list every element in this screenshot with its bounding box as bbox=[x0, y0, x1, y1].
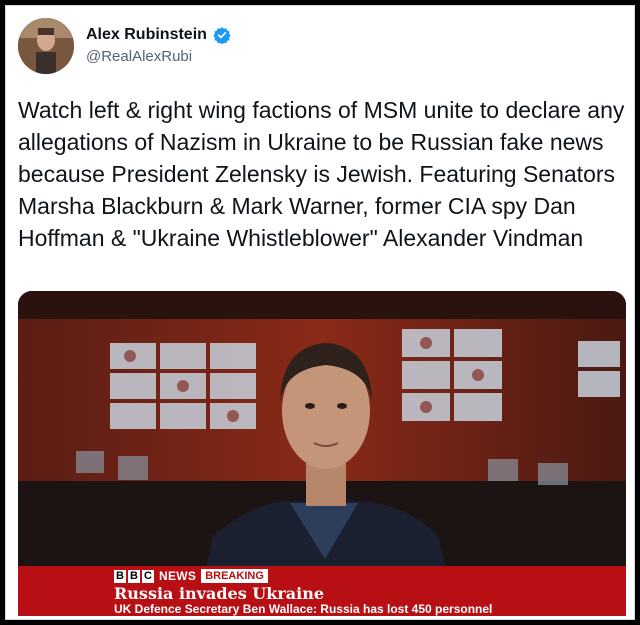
channel-logo-box: B bbox=[128, 569, 140, 583]
video-player[interactable]: B B C NEWS BREAKING Russia invades Ukrai… bbox=[18, 291, 626, 616]
breaking-badge: BREAKING bbox=[201, 569, 268, 583]
avatar[interactable] bbox=[18, 18, 74, 74]
tweet-card: Alex Rubinstein @RealAlexRubi Watch left… bbox=[5, 5, 635, 620]
avatar-image bbox=[18, 18, 74, 74]
verified-badge-icon bbox=[213, 27, 231, 44]
breaking-news-banner: B B C NEWS BREAKING Russia invades Ukrai… bbox=[18, 566, 626, 616]
channel-logo-box: B bbox=[114, 569, 126, 583]
author-handle[interactable]: @RealAlexRubi bbox=[86, 48, 192, 65]
channel-logo-box: C bbox=[142, 569, 154, 583]
tweet-text: Watch left & right wing factions of MSM … bbox=[18, 97, 625, 251]
channel-news-label: NEWS bbox=[159, 569, 197, 583]
news-ticker: UK Defence Secretary Ben Wallace: Russia… bbox=[114, 602, 493, 616]
author-display-name[interactable]: Alex Rubinstein bbox=[86, 26, 207, 44]
channel-logo: B B C NEWS BREAKING bbox=[114, 569, 268, 583]
author-row: Alex Rubinstein bbox=[86, 26, 231, 44]
news-headline: Russia invades Ukraine bbox=[114, 584, 325, 603]
